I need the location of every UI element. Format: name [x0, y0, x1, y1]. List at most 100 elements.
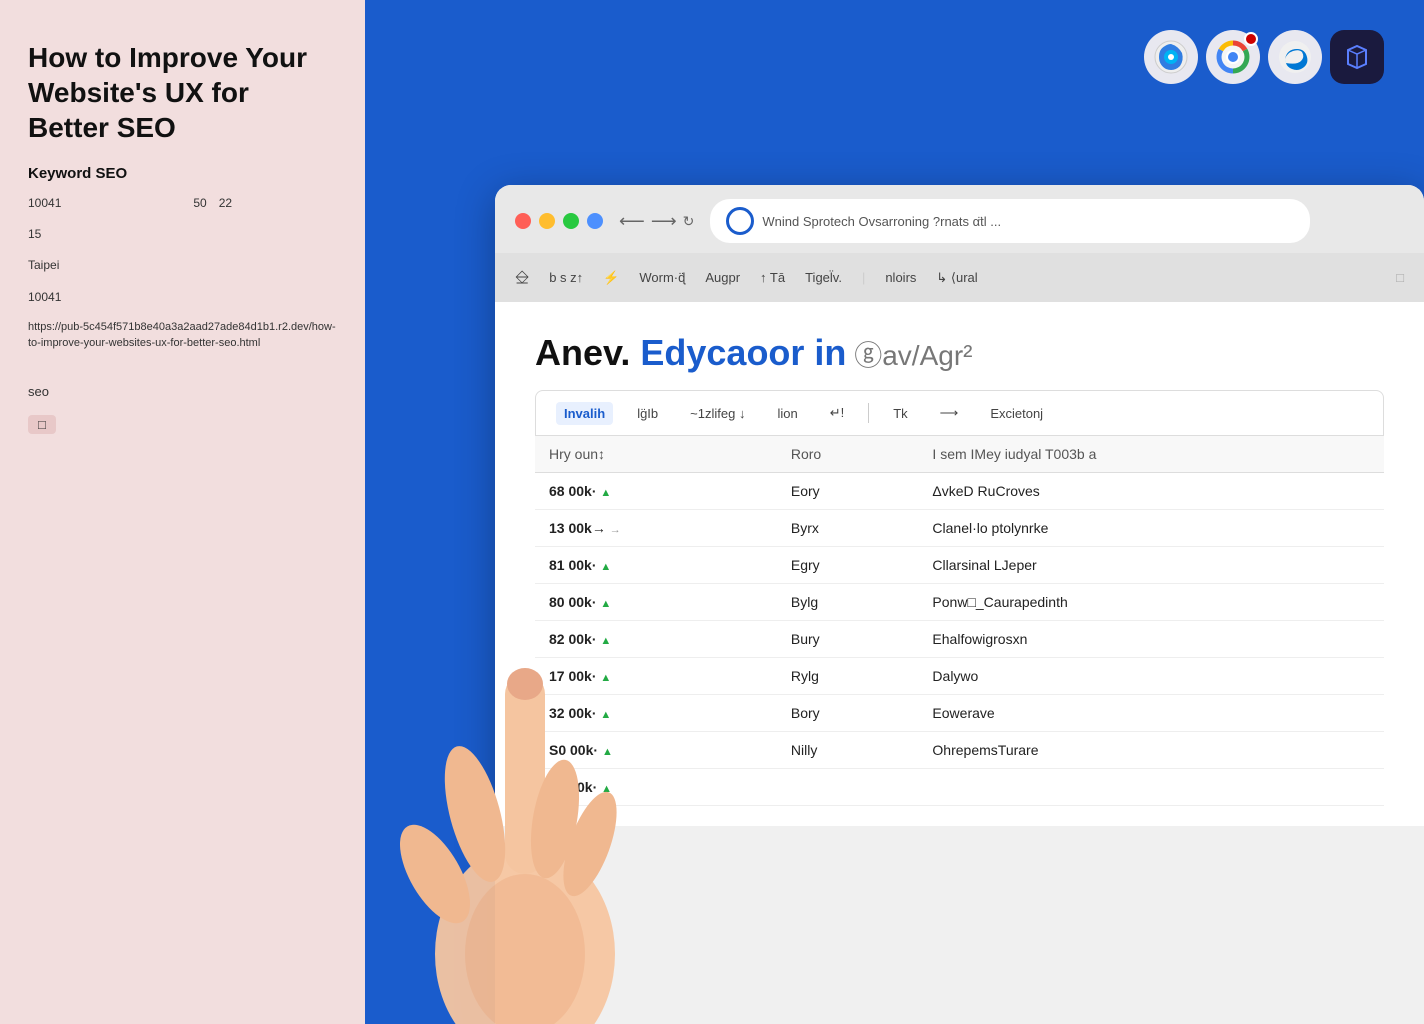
extra-button[interactable] — [587, 213, 603, 229]
minimize-button[interactable] — [539, 213, 555, 229]
table-row: 81 00k· ▲ Egry Cllarsinal LJeper — [535, 547, 1384, 584]
table-row: S0 00k· ▲ Nilly OhrepemsTurare — [535, 732, 1384, 769]
site-identity-icon — [726, 207, 754, 235]
title-sub: ⓖav/Agr² — [846, 340, 972, 371]
vol-cell: 8F 00k· ▲ — [535, 769, 777, 806]
tab-augpr[interactable]: Augpr — [705, 266, 740, 289]
tab-2[interactable]: ⚡ — [603, 266, 619, 290]
table-toolbar: Invalih lg̈Ib ~1zlifeg ↓ lion ↵! Tk ⟶ Ex… — [535, 390, 1384, 436]
left-panel: How to Improve Your Website's UX for Bet… — [0, 0, 365, 1024]
desc-cell: Ehalfowigrosxn — [918, 621, 1384, 658]
tab-ta[interactable]: ↑ Tā — [760, 266, 785, 289]
toolbar-lgib[interactable]: lg̈Ib — [629, 402, 666, 425]
table-row: 68 00k· ▲ Eory ΔvkeD RuCroves — [535, 473, 1384, 510]
table-row: 32 00k· ▲ Bory Eowerave — [535, 695, 1384, 732]
name-cell: Bury — [777, 621, 919, 658]
browser-window: ⟵ ⟶ ↻ Wnind Sprotech Ovsarroning ?rnats … — [495, 185, 1424, 1024]
tab-tiger[interactable]: Tigel̈v. — [805, 266, 842, 289]
desc-cell: Dalywo — [918, 658, 1384, 695]
tag-text: seo — [28, 384, 49, 399]
table-row: 80 00k· ▲ Bylg Ponw□_Caurapedinth — [535, 584, 1384, 621]
desc-cell: ΔvkeD RuCroves — [918, 473, 1384, 510]
forward-icon[interactable]: ⟶ — [651, 211, 677, 232]
desc-cell: Eowerave — [918, 695, 1384, 732]
vol-cell: 80 00k· ▲ — [535, 584, 777, 621]
vol-arrow-icon: ▲ — [600, 709, 611, 721]
name-cell: Egry — [777, 547, 919, 584]
meta-code: 10041 — [28, 288, 337, 307]
name-cell: Nilly — [777, 732, 919, 769]
vol-arrow-icon: ▲ — [602, 746, 613, 758]
table-row: 8F 00k· ▲ — [535, 769, 1384, 806]
tag-box: □ — [28, 415, 56, 434]
name-cell: Eory — [777, 473, 919, 510]
edge-icon — [1268, 30, 1322, 84]
desc-cell: Clanel·lo ptolynrke — [918, 510, 1384, 547]
toolbar-lion[interactable]: lion — [769, 402, 805, 425]
meta-city: Taipei — [28, 256, 337, 275]
right-panel: ⟵ ⟶ ↻ Wnind Sprotech Ovsarroning ?rnats … — [365, 0, 1424, 1024]
traffic-lights — [515, 213, 603, 229]
table-header-row: Hry oun↕ Roro I sem IMey iudyal T003b a — [535, 436, 1384, 473]
content-area: Anev. Edycaoor in ⓖav/Agr² Invalih lg̈Ib… — [495, 302, 1424, 826]
chrome-icon — [1206, 30, 1260, 84]
vol-cell: 17 00k· ▲ — [535, 658, 777, 695]
toolbar-filter[interactable]: ~1zlifeg ↓ — [682, 402, 753, 425]
vol-arrow-icon: ▲ — [600, 635, 611, 647]
browser-icons — [1144, 30, 1384, 84]
url-text: Wnind Sprotech Ovsarroning ?rnats α̈tl .… — [762, 214, 1001, 229]
vol-cell: 81 00k· ▲ — [535, 547, 777, 584]
name-cell: Rylg — [777, 658, 919, 695]
desc-cell: Ponw□_Caurapedinth — [918, 584, 1384, 621]
vol-arrow-icon: ▲ — [601, 783, 612, 795]
app-dark-icon — [1330, 30, 1384, 84]
vol-arrow-icon: ▲ — [600, 672, 611, 684]
vol-cell: 68 00k· ▲ — [535, 473, 777, 510]
notification-dot — [1244, 32, 1258, 46]
name-cell — [777, 769, 919, 806]
keyword-label: Keyword SEO — [28, 165, 337, 182]
address-bar[interactable]: Wnind Sprotech Ovsarroning ?rnats α̈tl .… — [710, 199, 1310, 243]
title-prefix: Anev. — [535, 332, 640, 373]
vol-arrow-icon: ▲ — [600, 561, 611, 573]
desc-cell: Cllarsinal LJeper — [918, 547, 1384, 584]
name-cell: Byrx — [777, 510, 919, 547]
col-header-vol: Hry oun↕ — [535, 436, 777, 473]
toolbar-arrow[interactable]: ⟶ — [932, 401, 967, 425]
title-main: Edycaoor in — [640, 332, 846, 373]
tab-0[interactable]: ⎒ — [515, 263, 529, 292]
content-title: Anev. Edycaoor in ⓖav/Agr² — [535, 332, 1384, 374]
col-header-roro: Roro — [777, 436, 919, 473]
tab-ural[interactable]: ↳ ⟨ural — [936, 266, 977, 290]
table-row: 82 00k· ▲ Bury Ehalfowigrosxn — [535, 621, 1384, 658]
tag-label: seo — [28, 384, 337, 399]
toolbar-invalih[interactable]: Invalih — [556, 402, 613, 425]
tab-worm[interactable]: Worm·ɖ̈ — [639, 266, 685, 289]
article-url: https://pub-5c454f571b8e40a3a2aad27ade84… — [28, 319, 337, 352]
vol-cell: 82 00k· ▲ — [535, 621, 777, 658]
nav-buttons: ⟵ ⟶ ↻ — [619, 211, 694, 232]
vol-cell: 32 00k· ▲ — [535, 695, 777, 732]
tab-bar: ⎒ b s z↑ ⚡ Worm·ɖ̈ Augpr ↑ Tā Tigel̈v. |… — [495, 253, 1424, 302]
back-icon[interactable]: ⟵ — [619, 211, 645, 232]
toolbar-separator — [868, 403, 869, 423]
name-cell: Bory — [777, 695, 919, 732]
meta-line1: 10041 50 22 — [28, 194, 337, 213]
toolbar-enter[interactable]: ↵! — [822, 401, 853, 425]
toolbar-tk[interactable]: Tk — [885, 402, 915, 425]
maximize-button[interactable] — [563, 213, 579, 229]
tab-nloirs[interactable]: nloirs — [885, 266, 916, 289]
vol-arrow-icon: ▲ — [600, 487, 611, 499]
vol-cell: S0 00k· ▲ — [535, 732, 777, 769]
meta-line2: 15 — [28, 225, 337, 244]
toolbar-excieton[interactable]: Excietonj — [982, 402, 1051, 425]
vol-cell: 13 00k→ → — [535, 510, 777, 547]
refresh-icon[interactable]: ↻ — [683, 213, 695, 230]
browser-chrome-bar: ⟵ ⟶ ↻ Wnind Sprotech Ovsarroning ?rnats … — [495, 185, 1424, 253]
firefox-icon — [1144, 30, 1198, 84]
data-table: Hry oun↕ Roro I sem IMey iudyal T003b a … — [535, 436, 1384, 806]
desc-cell: OhrepemsTurare — [918, 732, 1384, 769]
tab-1[interactable]: b s z↑ — [549, 266, 583, 289]
article-title: How to Improve Your Website's UX for Bet… — [28, 40, 337, 145]
close-button[interactable] — [515, 213, 531, 229]
